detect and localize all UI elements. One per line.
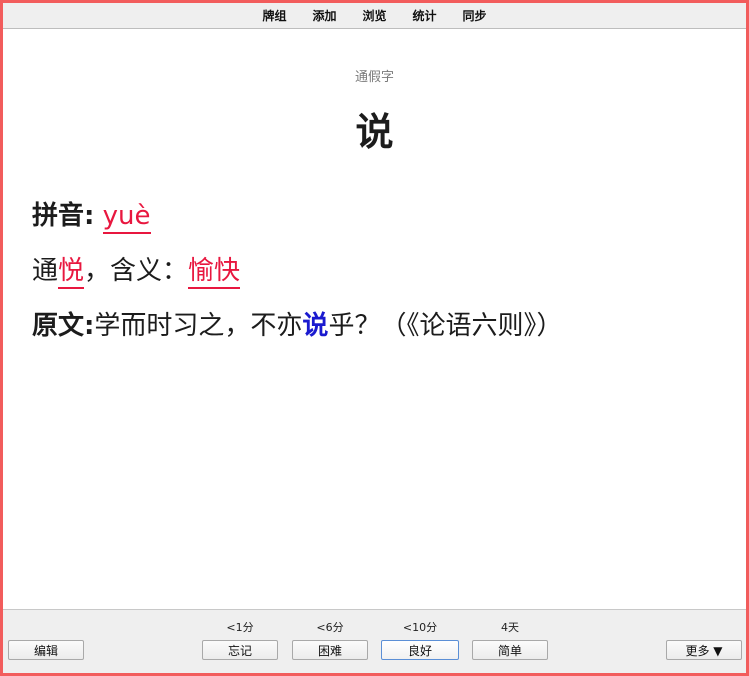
menu-sync[interactable]: 同步 <box>463 7 487 24</box>
again-button[interactable]: 忘记 <box>202 640 278 660</box>
again-interval: <1分 <box>226 621 254 634</box>
good-button[interactable]: 良好 <box>381 640 459 660</box>
good-interval: <10分 <box>402 621 438 634</box>
more-button[interactable]: 更多 ▼ <box>666 640 742 660</box>
source-line: 原文:学而时习之，不亦说乎？（《论语六则》） <box>32 305 562 342</box>
easy-button[interactable]: 简单 <box>472 640 548 660</box>
source-text-before: 学而时习之，不亦 <box>94 311 303 341</box>
hard-button[interactable]: 困难 <box>292 640 368 660</box>
tong-char: 悦 <box>58 256 85 289</box>
card-type-label: 通假字 <box>354 70 394 85</box>
card-content: 通假字 说 拼音: yuè 通悦，含义：愉快 原文:学而时习之，不亦说乎？（《论… <box>3 29 746 610</box>
review-bottom-bar: 编辑 <1分 忘记 <6分 困难 <10分 良好 4天 简单 更多 ▼ <box>3 609 746 673</box>
pinyin-label: 拼音: <box>32 201 95 231</box>
meaning-separator: ，含义： <box>84 256 189 286</box>
app-window: 牌组 添加 浏览 统计 同步 通假字 说 拼音: yuè 通悦，含义：愉快 原文… <box>0 0 749 676</box>
meaning-line: 通悦，含义：愉快 <box>32 250 241 289</box>
menu-browse[interactable]: 浏览 <box>362 7 386 24</box>
top-menu-bar: 牌组 添加 浏览 统计 同步 <box>3 3 746 29</box>
source-label: 原文: <box>32 311 95 341</box>
card-headword: 说 <box>355 110 394 154</box>
menu-stats[interactable]: 统计 <box>413 7 437 24</box>
pinyin-line: 拼音: yuè <box>32 195 151 234</box>
menu-add[interactable]: 添加 <box>312 7 336 24</box>
tong-prefix: 通 <box>32 256 59 286</box>
hard-interval: <6分 <box>316 621 344 634</box>
meaning-value: 愉快 <box>188 256 241 289</box>
source-highlight: 说 <box>302 311 329 341</box>
pinyin-value: yuè <box>102 201 151 234</box>
menu-decks[interactable]: 牌组 <box>262 7 286 24</box>
easy-interval: 4天 <box>501 621 519 634</box>
source-text-after: 乎？（《论语六则》） <box>328 311 563 341</box>
edit-button[interactable]: 编辑 <box>8 640 84 660</box>
